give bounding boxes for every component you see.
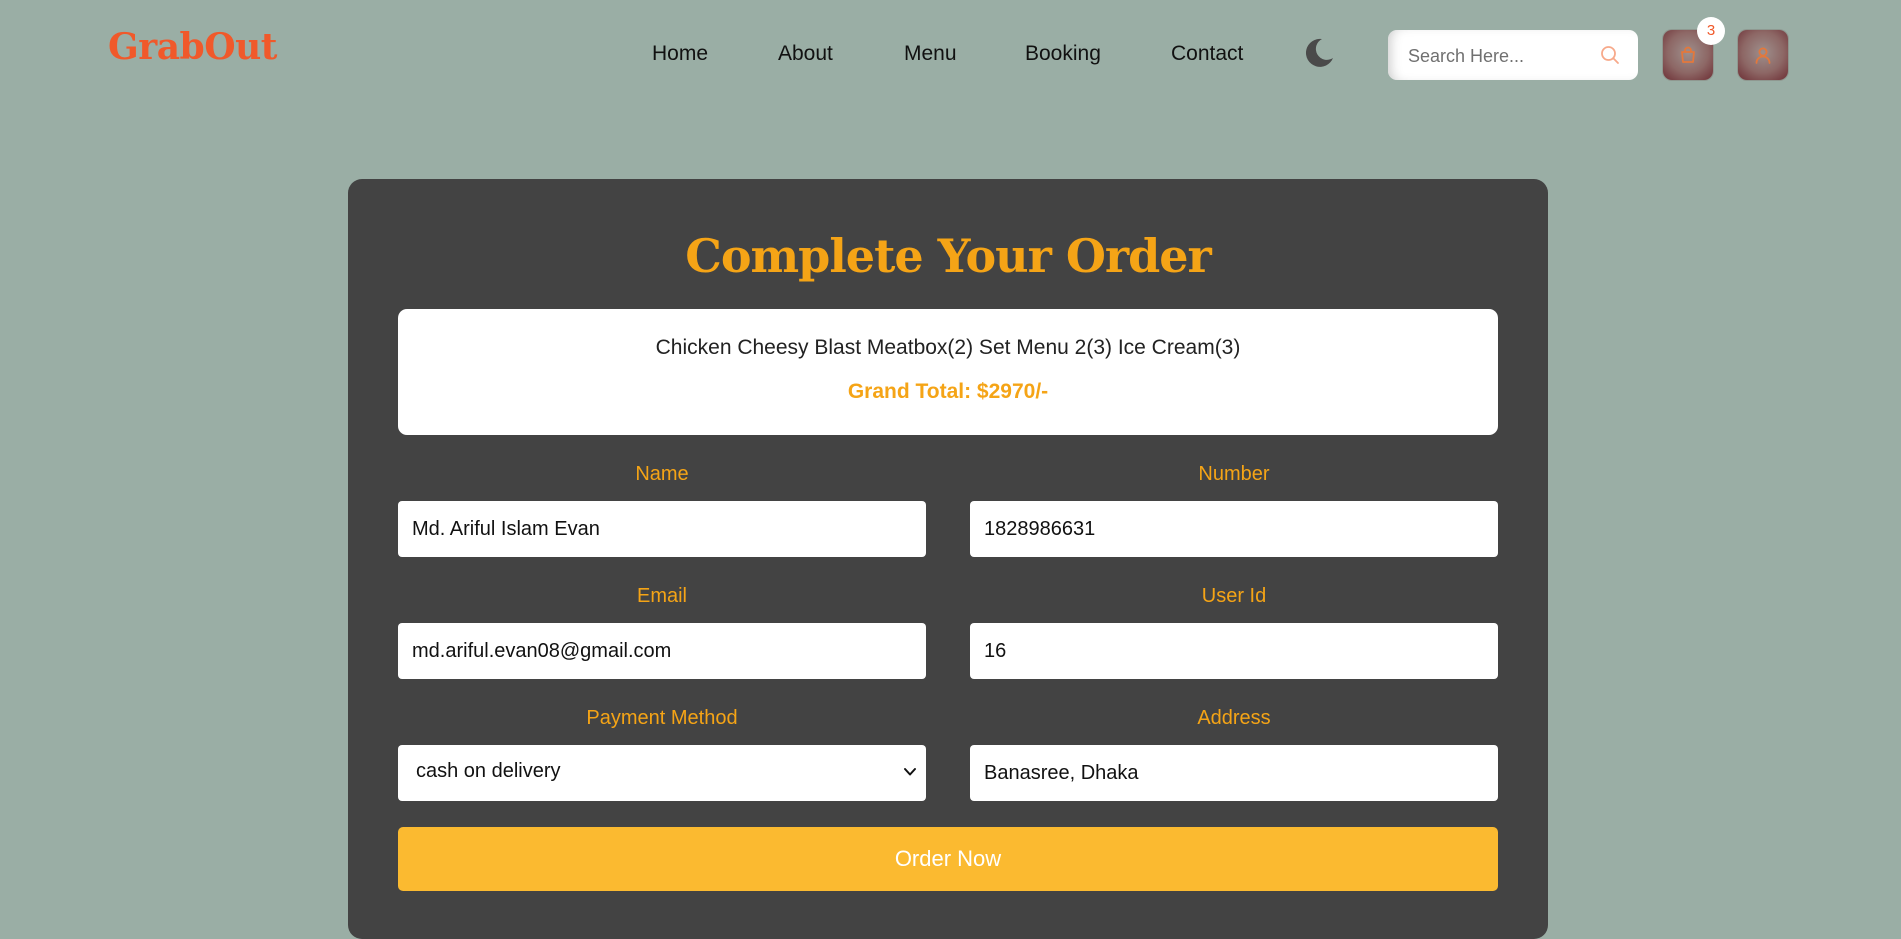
address-field[interactable] xyxy=(970,745,1498,801)
cart-count-badge: 3 xyxy=(1697,17,1725,45)
number-label: Number xyxy=(1198,463,1270,485)
payment-method-select[interactable]: cash on delivery xyxy=(398,745,926,801)
payment-method-value: cash on delivery xyxy=(416,760,561,782)
nav-home[interactable]: Home xyxy=(652,42,708,66)
site-header: GrabOut Home About Menu Booking Contact … xyxy=(0,0,1901,110)
search-box xyxy=(1388,30,1638,82)
order-items-summary: Chicken Cheesy Blast Meatbox(2) Set Menu… xyxy=(655,336,1241,359)
order-card: Complete Your Order Chicken Cheesy Blast… xyxy=(348,179,1548,939)
user-icon xyxy=(1755,47,1771,64)
payment-method-label: Payment Method xyxy=(586,707,738,729)
nav-menu[interactable]: Menu xyxy=(904,42,957,66)
user-id-label: User Id xyxy=(1201,585,1267,607)
nav-booking[interactable]: Booking xyxy=(1025,42,1101,66)
chevron-down-icon xyxy=(904,768,916,776)
nav-about[interactable]: About xyxy=(778,42,833,66)
search-icon[interactable] xyxy=(1600,45,1620,65)
brand-logo[interactable]: GrabOut xyxy=(108,26,277,68)
nav-contact[interactable]: Contact xyxy=(1171,42,1243,66)
number-field[interactable] xyxy=(970,501,1498,557)
name-label: Name xyxy=(635,463,689,485)
user-button[interactable] xyxy=(1738,30,1788,80)
order-now-button[interactable]: Order Now xyxy=(398,827,1498,891)
page-title: Complete Your Order xyxy=(685,229,1212,283)
search-input[interactable] xyxy=(1406,30,1595,82)
shopping-bag-icon xyxy=(1681,46,1695,63)
email-field[interactable] xyxy=(398,623,926,679)
address-label: Address xyxy=(1197,707,1271,729)
moon-icon[interactable] xyxy=(1302,36,1336,70)
user-id-field[interactable] xyxy=(970,623,1498,679)
email-label: Email xyxy=(636,585,687,607)
order-summary: Chicken Cheesy Blast Meatbox(2) Set Menu… xyxy=(398,309,1498,435)
grand-total: Grand Total: $2970/- xyxy=(847,380,1049,403)
name-field[interactable] xyxy=(398,501,926,557)
